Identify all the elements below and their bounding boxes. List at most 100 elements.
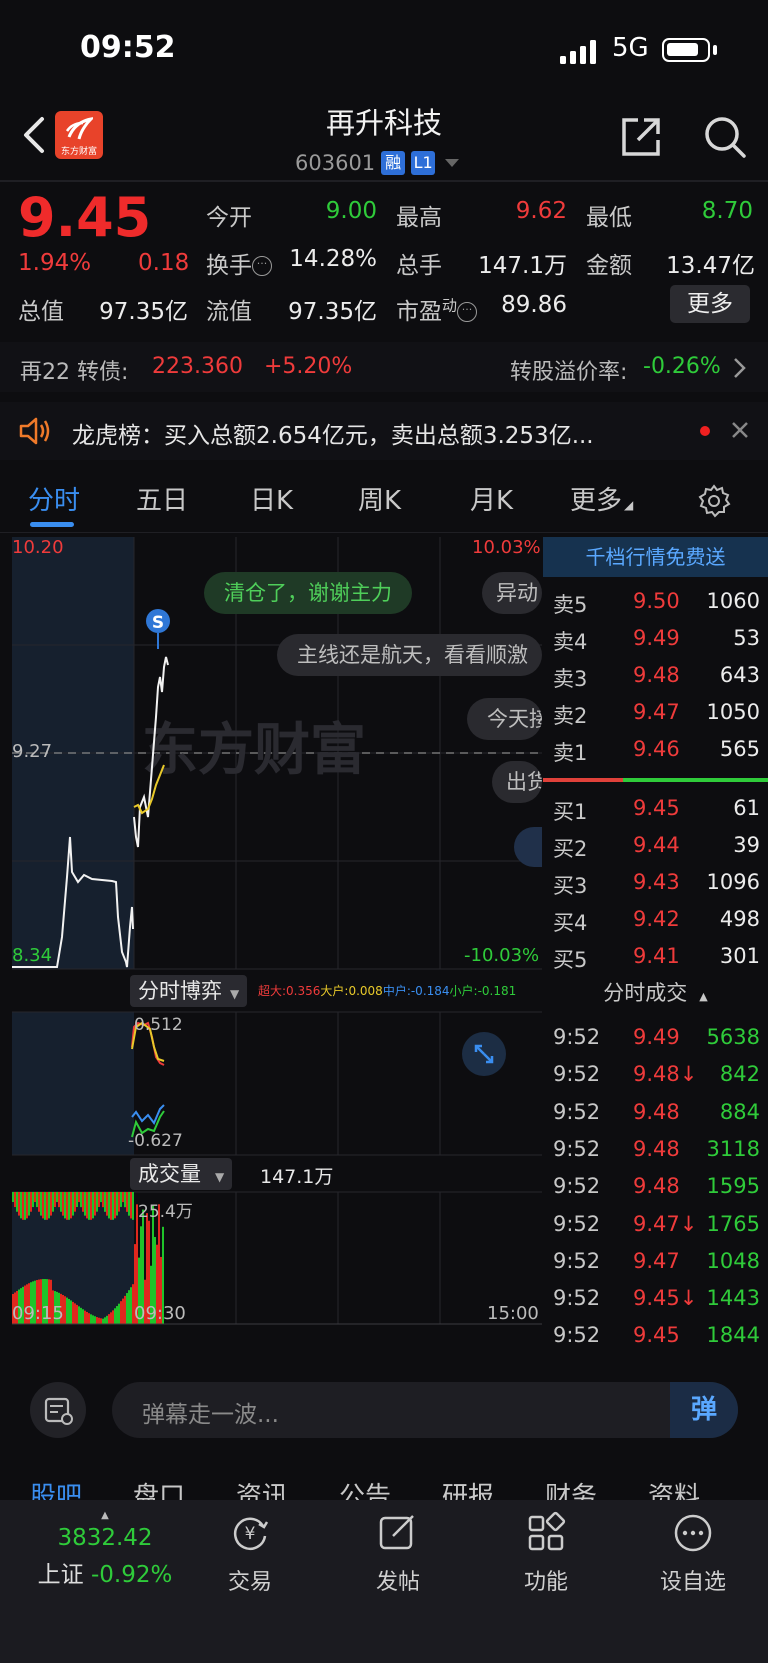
nav-trade[interactable]: ¥ 交易 — [195, 1510, 305, 1596]
legend-mid: 中户:-0.184 — [382, 984, 450, 998]
expand-icon[interactable] — [462, 1032, 506, 1076]
time-open: 09:30 — [134, 1303, 186, 1324]
tab-weekly[interactable]: 周K — [358, 480, 401, 517]
danmaku-bubble[interactable]: 清仓了，谢谢主力 — [204, 572, 412, 614]
trades-header[interactable]: 分时成交 ▲ — [543, 977, 768, 1007]
ask-row-label: 卖3 — [553, 667, 588, 691]
volume-bar — [62, 1192, 64, 1216]
volume-bar — [86, 1192, 88, 1219]
volume-bar — [50, 1192, 52, 1216]
tab-daily[interactable]: 日K — [250, 480, 293, 517]
more-button[interactable]: 更多 — [670, 285, 750, 323]
share-icon[interactable] — [618, 114, 664, 160]
danmaku-send-button[interactable]: 弹 — [670, 1382, 738, 1438]
ask-row-label: 卖5 — [553, 593, 588, 617]
intraday-chart[interactable]: 东方财富 S 10.20 9.27 8.34 10.03% -10.03% 清仓… — [12, 537, 542, 1337]
trade-row: 9:52 9.45↓ 1443 — [543, 1280, 768, 1317]
dragon-tiger-bar[interactable]: 龙虎榜：买入总额2.654亿元，卖出总额3.253亿... — [0, 402, 768, 460]
volume-bar — [116, 1192, 118, 1216]
ask-row-vol: 643 — [719, 663, 760, 687]
game-legend: 超大:0.356大户:0.008中户:-0.184小户:-0.181 — [258, 982, 516, 999]
volume-bar — [48, 1192, 50, 1219]
volume-bar — [116, 1306, 118, 1324]
bottom-tab[interactable]: 资讯 — [236, 1476, 288, 1500]
sell-marker-label: S — [152, 613, 164, 633]
convertible-bond-row[interactable]: 再22 转债: 223.360 +5.20% 转股溢价率: -0.26% — [0, 342, 768, 392]
volume-selector[interactable]: 成交量 ▼ — [130, 1158, 233, 1190]
expand-arrows-icon — [474, 1044, 494, 1064]
bottom-tab[interactable]: 财务 — [545, 1476, 597, 1500]
volume-bar — [120, 1192, 122, 1207]
index-widget[interactable]: ▲ 3832.42 上证 -0.92% — [20, 1510, 190, 1589]
premium-label: 转股溢价率: — [510, 360, 628, 385]
game-selector[interactable]: 分时博弈 ▼ — [130, 975, 248, 1007]
volume-bar — [112, 1192, 114, 1220]
nav-post[interactable]: 发帖 — [343, 1510, 453, 1596]
search-icon[interactable] — [702, 114, 748, 160]
bottom-tab[interactable]: 公告 — [339, 1476, 391, 1500]
danmaku-bubble[interactable]: 异动 — [482, 572, 542, 614]
volume-bar — [128, 1290, 130, 1324]
info-icon: ··· — [252, 256, 272, 276]
pe-label-text: 市盈 — [396, 299, 442, 325]
danmaku-placeholder: 弹幕走一波... — [142, 1402, 279, 1428]
bottom-tab[interactable]: 盘口 — [133, 1476, 185, 1500]
order-book-banner[interactable]: 千档行情免费送 — [543, 537, 768, 577]
settings-gear-icon[interactable] — [697, 484, 731, 518]
volume-bar — [82, 1309, 84, 1324]
change-percent: 1.94% — [18, 250, 92, 276]
ask-row-price: 9.47 — [633, 700, 680, 724]
bottom-tab[interactable]: 研报 — [442, 1476, 494, 1500]
danmaku-bubble[interactable]: 出货 — [492, 761, 542, 803]
nav-post-label: 发帖 — [375, 1570, 420, 1595]
bid-row: 买4 9.42 498 — [543, 901, 768, 938]
volume-bar — [46, 1192, 48, 1220]
high-value: 9.62 — [515, 198, 567, 224]
tab-more[interactable]: 更多 ◢ — [570, 480, 633, 517]
danmaku-bubble[interactable]: 今天接 — [467, 698, 542, 740]
tab-five-day[interactable]: 五日 — [136, 480, 188, 517]
ratio-bar-sell — [543, 778, 623, 782]
nav-trade-label: 交易 — [227, 1570, 272, 1595]
bid-row: 买3 9.43 1096 — [543, 864, 768, 901]
ask-row-price: 9.46 — [633, 737, 680, 761]
close-icon[interactable] — [730, 420, 750, 440]
tab-intraday[interactable]: 分时 — [28, 480, 80, 517]
vol-label: 成交量 — [138, 1162, 201, 1186]
bottom-tab[interactable]: 资料 — [648, 1476, 700, 1500]
volume-bar — [114, 1308, 116, 1324]
comment-settings-button[interactable] — [30, 1382, 86, 1438]
danmaku-input[interactable]: 弹幕走一波... 弹 — [112, 1382, 738, 1438]
volume-bar — [124, 1295, 126, 1324]
volume-bar — [126, 1192, 128, 1212]
trade-row-price: 9.48 — [633, 1174, 680, 1199]
game-label: 分时博弈 — [138, 979, 222, 1003]
index-name: 上证 — [37, 1562, 84, 1588]
tab-monthly[interactable]: 月K — [470, 480, 513, 517]
volume-bar — [92, 1192, 94, 1219]
trade-row-time: 9:52 — [553, 1099, 601, 1124]
trade-row-price: 9.47 — [633, 1248, 680, 1273]
volume-bar — [52, 1192, 54, 1212]
turnover-label[interactable]: 换手 ··· — [206, 246, 272, 282]
volume-bar — [98, 1192, 100, 1207]
nav-watchlist[interactable]: 设自选 — [638, 1510, 748, 1596]
mktcap-value: 97.35亿 — [99, 299, 188, 325]
legend-small: 小户:-0.181 — [449, 984, 517, 998]
bottom-tab[interactable]: 股吧 — [30, 1476, 82, 1500]
volume-bar — [132, 1192, 134, 1220]
game-bottom-label: -0.627 — [128, 1131, 183, 1151]
trade-row-vol: 1443 — [706, 1286, 760, 1311]
current-price: 9.45 — [18, 186, 152, 249]
volume-bar — [42, 1192, 44, 1219]
battery-icon — [662, 38, 710, 62]
stock-code-row[interactable]: 603601 融 L1 — [295, 148, 460, 178]
danmaku-bubble[interactable]: 主线还是航天，看看顺激 — [277, 634, 542, 676]
pe-label[interactable]: 市盈动 ··· — [396, 292, 478, 328]
volume-bar — [14, 1192, 16, 1208]
trade-row-time: 9:52 — [553, 1136, 601, 1161]
nav-functions[interactable]: 功能 — [491, 1510, 601, 1596]
trade-row: 9:52 9.48 3118 — [543, 1131, 768, 1168]
grid-functions-icon — [528, 1511, 566, 1551]
legend-super: 超大:0.356 — [258, 984, 321, 998]
